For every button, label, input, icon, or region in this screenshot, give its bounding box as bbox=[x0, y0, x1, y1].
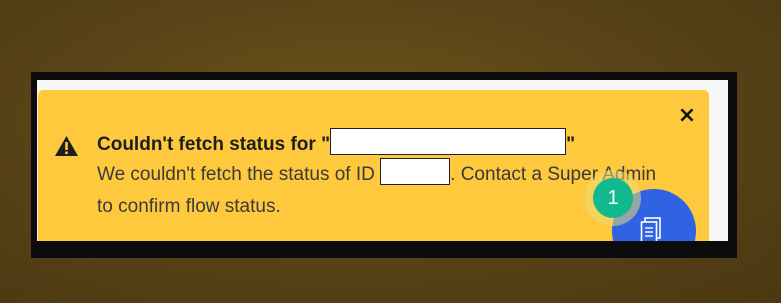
alert-message: We couldn't fetch the status of ID . Con… bbox=[97, 158, 657, 223]
close-button[interactable]: × bbox=[676, 103, 698, 128]
redacted-name-field bbox=[330, 128, 567, 155]
redacted-id-field bbox=[380, 158, 451, 185]
document-icon bbox=[640, 217, 661, 241]
alert-title-prefix: Couldn't fetch status for " bbox=[97, 134, 331, 155]
alert-title-suffix: " bbox=[566, 134, 576, 155]
notification-badge: 1 bbox=[593, 178, 633, 218]
warning-alert: Couldn't fetch status for " " We couldn't… bbox=[38, 90, 709, 241]
dark-frame: Couldn't fetch status for " " We couldn't… bbox=[31, 72, 737, 258]
warning-triangle-icon bbox=[55, 136, 78, 156]
alert-title: Couldn't fetch status for " " bbox=[97, 128, 575, 158]
content-panel: Couldn't fetch status for " " We couldn't… bbox=[37, 80, 728, 241]
alert-message-prefix: We couldn't fetch the status of ID bbox=[97, 164, 381, 185]
